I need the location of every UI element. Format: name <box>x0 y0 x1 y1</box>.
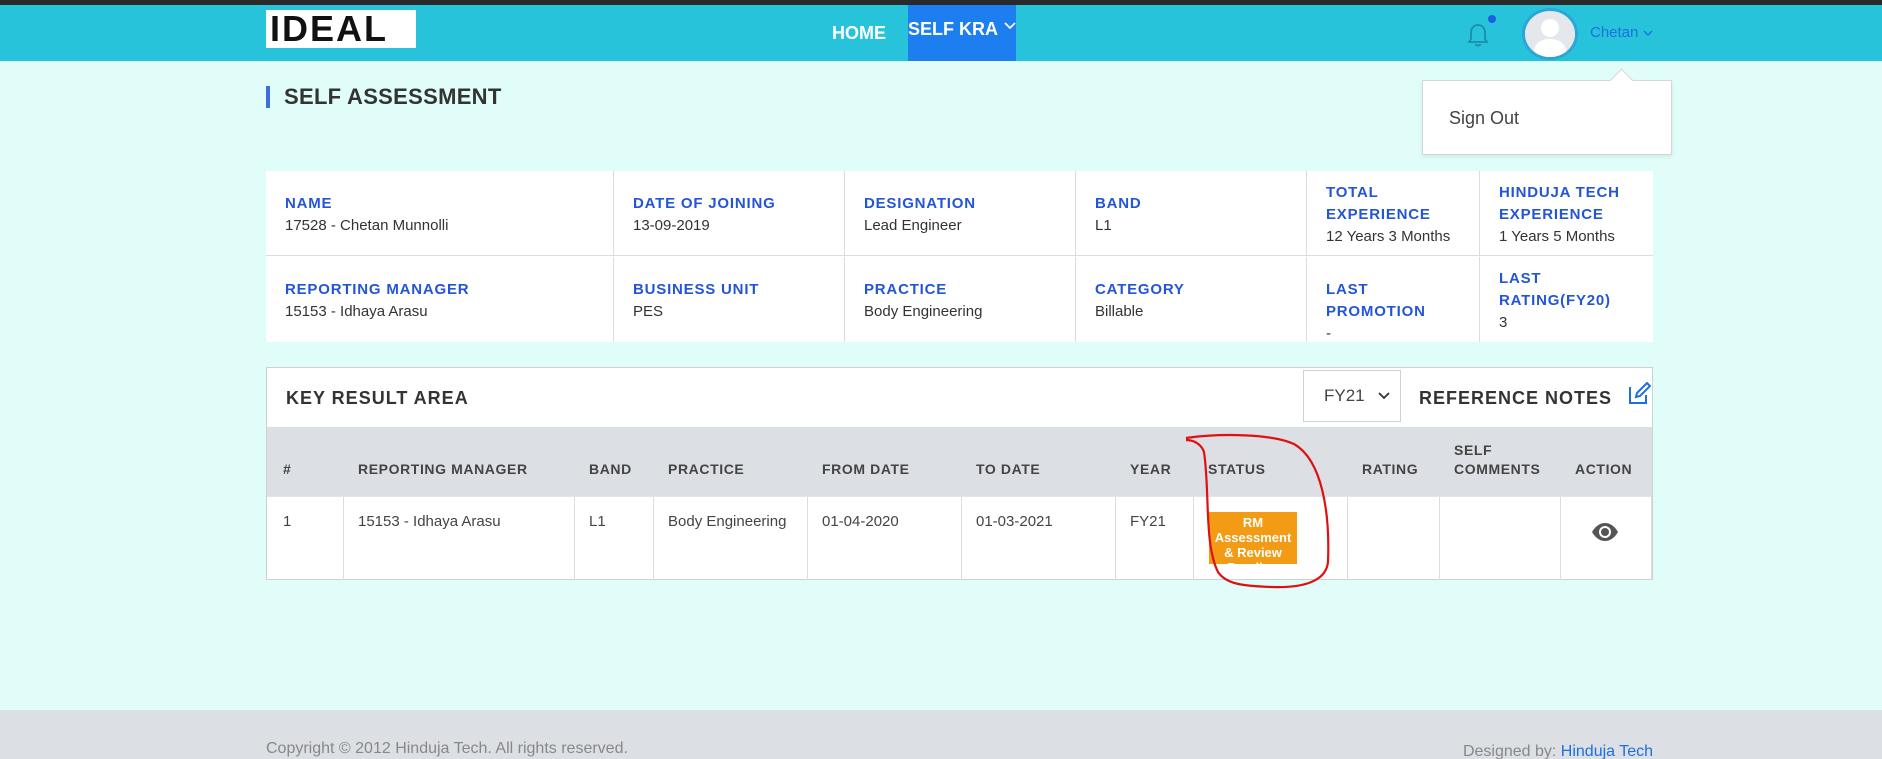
table-cell: Body Engineering <box>654 497 808 580</box>
info-label: LAST PROMOTION <box>1326 281 1426 320</box>
info-label: REPORTING MANAGER <box>285 281 470 298</box>
info-value: 12 Years 3 Months <box>1326 228 1451 245</box>
info-value: Body Engineering <box>864 303 983 320</box>
info-value: PES <box>633 303 664 320</box>
column-header: BAND <box>589 461 632 477</box>
info-row: REPORTING MANAGER 15153 - Idhaya Arasu B… <box>266 257 1653 342</box>
notification-dot <box>1488 15 1496 23</box>
row-year: FY21 <box>1130 513 1166 530</box>
logo-text: IDEAL <box>270 8 388 49</box>
info-cell-category: CATEGORY Billable <box>1076 257 1307 342</box>
year-select-value: FY21 <box>1324 386 1365 405</box>
nav-self-kra-label: SELF KRA <box>908 19 998 39</box>
footer: Copyright © 2012 Hinduja Tech. All right… <box>0 710 1882 759</box>
info-label: TOTAL EXPERIENCE <box>1326 184 1431 223</box>
table-cell: 01-04-2020 <box>808 497 962 580</box>
info-cell-doj: DATE OF JOINING 13-09-2019 <box>614 171 845 255</box>
table-cell: 15153 - Idhaya Arasu <box>344 497 575 580</box>
sign-out-link[interactable]: Sign Out <box>1449 108 1519 129</box>
row-manager: 15153 - Idhaya Arasu <box>358 513 501 530</box>
kra-title: KEY RESULT AREA <box>286 388 469 408</box>
copyright-text: Copyright © 2012 Hinduja Tech. All right… <box>266 740 628 757</box>
table-cell: L1 <box>575 497 654 580</box>
column-header: RATING <box>1362 461 1419 477</box>
designer-link[interactable]: Hinduja Tech <box>1561 743 1653 759</box>
column-header: TO DATE <box>976 461 1041 477</box>
table-cell: 01-03-2021 <box>962 497 1116 580</box>
info-row: NAME 17528 - Chetan Munnolli DATE OF JOI… <box>266 171 1653 256</box>
page-title: SELF ASSESSMENT <box>266 86 502 108</box>
info-label: BUSINESS UNIT <box>633 281 760 298</box>
row-practice: Body Engineering <box>668 513 787 530</box>
info-cell-designation: DESIGNATION Lead Engineer <box>845 171 1076 255</box>
user-name: Chetan <box>1590 24 1639 41</box>
user-dropdown: Sign Out <box>1422 80 1672 155</box>
table-cell <box>1440 497 1561 580</box>
row-from-date: 01-04-2020 <box>822 513 899 530</box>
info-label: DESIGNATION <box>864 195 976 212</box>
info-cell-reporting-manager: REPORTING MANAGER 15153 - Idhaya Arasu <box>266 257 614 342</box>
info-value: Lead Engineer <box>864 217 962 234</box>
nav-home-link[interactable]: HOME <box>826 5 892 61</box>
info-label: HINDUJA TECH EXPERIENCE <box>1499 184 1620 223</box>
info-value: - <box>1326 325 1331 342</box>
avatar[interactable] <box>1522 8 1578 60</box>
edit-icon[interactable] <box>1627 381 1652 406</box>
info-cell-total-experience: TOTAL EXPERIENCE 12 Years 3 Months <box>1307 171 1480 255</box>
info-label: DATE OF JOINING <box>633 195 776 212</box>
info-label: CATEGORY <box>1095 281 1185 298</box>
status-badge: RM Assessment & Review Pending <box>1209 512 1297 575</box>
chevron-down-icon <box>1643 24 1653 41</box>
info-cell-last-promotion: LAST PROMOTION - <box>1307 257 1480 342</box>
year-select[interactable]: FY21 <box>1303 370 1401 422</box>
info-label: LAST RATING(FY20) <box>1499 270 1611 309</box>
info-cell-hinduja-experience: HINDUJA TECH EXPERIENCE 1 Years 5 Months <box>1480 171 1653 255</box>
eye-icon[interactable] <box>1591 522 1619 542</box>
nav-self-kra-menu[interactable]: SELF KRA <box>908 5 1016 61</box>
table-header: # REPORTING MANAGER BAND PRACTICE FROM D… <box>267 427 1652 496</box>
info-label: BAND <box>1095 195 1142 212</box>
row-band: L1 <box>589 513 606 530</box>
reference-notes-label: REFERENCE NOTES <box>1419 388 1613 408</box>
column-header: SELF COMMENTS <box>1454 442 1541 477</box>
designed-by: Designed by: Hinduja Tech <box>1463 743 1653 759</box>
column-header: # <box>283 461 292 477</box>
designed-by-label: Designed by: <box>1462 743 1557 759</box>
info-value: 17528 - Chetan Munnolli <box>285 217 449 234</box>
column-header: YEAR <box>1130 461 1172 477</box>
info-cell-name: NAME 17528 - Chetan Munnolli <box>266 171 614 255</box>
table-row: 1 15153 - Idhaya Arasu L1 Body Engineeri… <box>267 496 1652 580</box>
info-cell-last-rating: LAST RATING(FY20) 3 <box>1480 257 1653 342</box>
info-value: 13-09-2019 <box>633 217 710 234</box>
table-cell <box>1348 497 1440 580</box>
info-value: 15153 - Idhaya Arasu <box>285 303 428 320</box>
info-label: NAME <box>285 195 333 212</box>
table-cell: FY21 <box>1116 497 1194 580</box>
column-header: STATUS <box>1208 461 1266 477</box>
logo[interactable]: IDEAL <box>266 10 416 48</box>
column-header: FROM DATE <box>822 461 910 477</box>
info-value: Billable <box>1095 303 1144 320</box>
info-cell-band: BAND L1 <box>1076 171 1307 255</box>
chevron-down-icon <box>1004 19 1016 36</box>
column-header: PRACTICE <box>668 461 745 477</box>
info-label: PRACTICE <box>864 281 948 298</box>
column-header: REPORTING MANAGER <box>358 461 528 477</box>
row-index: 1 <box>283 513 292 530</box>
info-cell-business-unit: BUSINESS UNIT PES <box>614 257 845 342</box>
info-cell-practice: PRACTICE Body Engineering <box>845 257 1076 342</box>
column-header: ACTION <box>1575 461 1633 477</box>
table-cell: 1 <box>267 497 344 580</box>
employee-info-panel: NAME 17528 - Chetan Munnolli DATE OF JOI… <box>266 171 1653 342</box>
info-value: 3 <box>1499 314 1508 331</box>
user-menu[interactable]: Chetan <box>1590 24 1653 41</box>
bell-icon[interactable] <box>1466 22 1490 48</box>
row-to-date: 01-03-2021 <box>976 513 1053 530</box>
info-value: L1 <box>1095 217 1112 234</box>
info-value: 1 Years 5 Months <box>1499 228 1615 245</box>
kra-panel: KEY RESULT AREA FY21 REFERENCE NOTES # R… <box>266 367 1653 580</box>
